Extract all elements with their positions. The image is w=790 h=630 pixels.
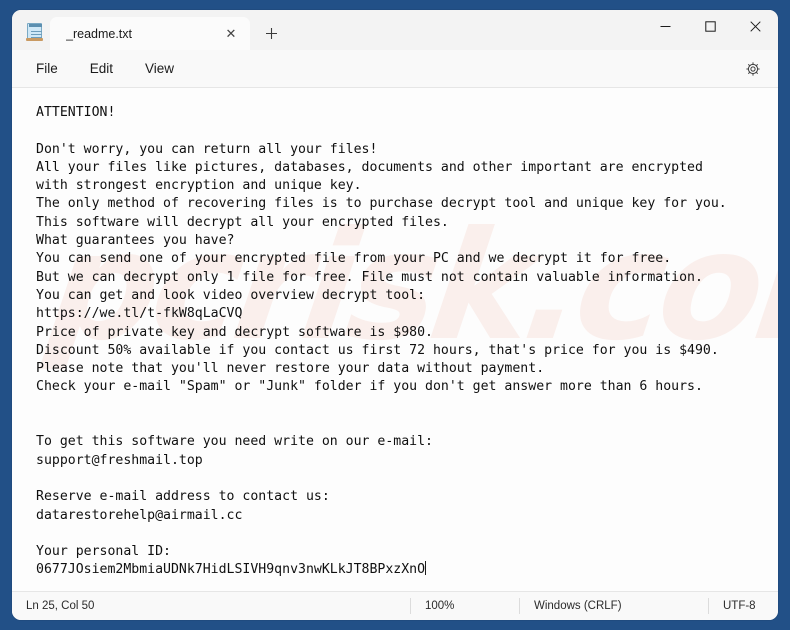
editor-text[interactable]: ATTENTION! Don't worry, you can return a… (12, 88, 778, 590)
menubar: File Edit View (12, 50, 778, 88)
notepad-window: _readme.txt ✕ File Edit View pcrisk.com … (12, 10, 778, 620)
text-editor-area[interactable]: pcrisk.com ATTENTION! Don't worry, you c… (12, 88, 778, 591)
close-icon[interactable] (733, 10, 778, 42)
menu-edit[interactable]: Edit (80, 56, 123, 81)
status-zoom-level[interactable]: 100% (411, 597, 519, 615)
status-cursor-position[interactable]: Ln 25, Col 50 (12, 597, 410, 615)
statusbar: Ln 25, Col 50 100% Windows (CRLF) UTF-8 (12, 591, 778, 620)
status-encoding[interactable]: UTF-8 (709, 597, 770, 615)
maximize-icon[interactable] (688, 10, 733, 42)
menu-file[interactable]: File (26, 56, 68, 81)
status-line-ending[interactable]: Windows (CRLF) (520, 597, 708, 615)
gear-icon[interactable] (740, 56, 766, 82)
editor-content: ATTENTION! Don't worry, you can return a… (36, 105, 727, 578)
new-tab-icon[interactable] (254, 18, 288, 48)
minimize-icon[interactable] (643, 10, 688, 42)
menu-view[interactable]: View (135, 56, 184, 81)
notepad-icon (26, 21, 44, 41)
text-caret (425, 561, 427, 576)
close-tab-icon[interactable]: ✕ (218, 22, 244, 46)
tab-readme[interactable]: _readme.txt ✕ (50, 17, 250, 50)
tab-title: _readme.txt (66, 26, 133, 41)
window-controls (643, 10, 778, 42)
titlebar: _readme.txt ✕ (12, 10, 778, 50)
